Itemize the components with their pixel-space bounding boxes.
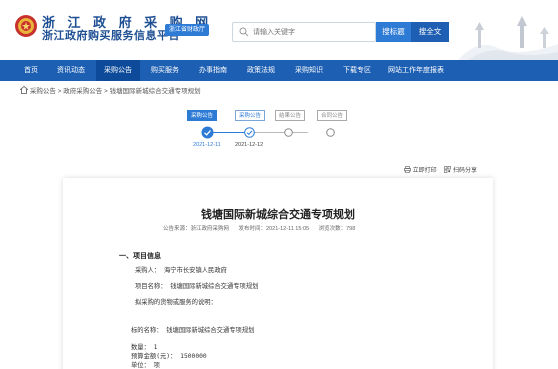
- project-name-line: 项目名称： 钱塘国际新城综合交通专项规划: [135, 283, 259, 290]
- article-source: 公告来源：浙江政府采购网: [163, 226, 230, 232]
- nav-item-knowledge[interactable]: 采购知识: [288, 60, 330, 81]
- step-pending-icon: [284, 128, 293, 137]
- search-input[interactable]: [253, 26, 371, 39]
- search-box: [232, 22, 376, 42]
- budget-line: 预算金额(元)： 1500000: [131, 353, 207, 360]
- nav-item-procurement-notices[interactable]: 采购公告: [96, 60, 140, 81]
- item-name-line: 标的名称： 钱塘国际新城综合交通专项规划: [131, 327, 255, 334]
- nav-item-home[interactable]: 首页: [16, 60, 46, 81]
- share-button[interactable]: 扫码分享: [444, 165, 477, 174]
- article-card: 钱塘国际新城综合交通专项规划 公告来源：浙江政府采购网 发布时间：2021-12…: [63, 178, 493, 369]
- breadcrumb-item-notices[interactable]: 采购公告: [30, 88, 56, 95]
- breadcrumb-separator: >: [57, 88, 62, 95]
- purchaser-line: 采购人： 海宁市长安镇人民政府: [135, 267, 227, 274]
- landmark-illustration-icon: [458, 16, 558, 60]
- breadcrumb-item-current: 钱塘国际新城综合交通专项规划: [109, 88, 201, 95]
- printer-icon: [404, 166, 411, 173]
- qr-code-icon: [444, 166, 452, 173]
- breadcrumb-separator: >: [104, 88, 108, 95]
- step-label-result-notice: 结果公告: [275, 110, 306, 121]
- nav-item-guide[interactable]: 办事指南: [192, 60, 234, 81]
- emblem-logo-icon: [15, 15, 37, 37]
- article-meta: 公告来源：浙江政府采购网 发布时间：2021-12-11 15:05 浏览次数：…: [163, 224, 363, 232]
- site-subtitle: 浙江政府购买服务信息平台: [42, 30, 180, 42]
- quantity-line: 数量： 1: [131, 344, 158, 351]
- nav-item-purchase-services[interactable]: 购买服务: [144, 60, 186, 81]
- nav-item-annual-report[interactable]: 网站工作年度报表: [384, 60, 448, 81]
- step-label-procurement-notice-2[interactable]: 采购公告: [235, 110, 266, 121]
- print-label: 立即打印: [412, 168, 437, 174]
- step-label-procurement-notice[interactable]: 采购公告: [187, 110, 218, 121]
- article-publish-time: 发布时间：2021-12-11 15:05: [238, 226, 310, 232]
- step-done-check-icon: [201, 126, 214, 139]
- article-tools: 立即打印 扫码分享: [404, 165, 483, 174]
- main-nav: 首页 资讯动态 采购公告 购买服务 办事指南 政策法规 采购知识 下载专区 网站…: [0, 60, 558, 81]
- step-date: 2021-12-11: [193, 142, 221, 148]
- article-title: 钱塘国际新城综合交通专项规划: [201, 209, 355, 221]
- region-badge[interactable]: 浙江省财政厅: [165, 24, 210, 36]
- search-title-button[interactable]: 搜标题: [376, 22, 411, 42]
- search-fulltext-button[interactable]: 搜全文: [411, 22, 449, 42]
- print-button[interactable]: 立即打印: [404, 165, 437, 174]
- step-date: 2021-12-12: [235, 142, 264, 148]
- unit-line: 单位： 项: [131, 362, 160, 369]
- nav-item-policies[interactable]: 政策法规: [240, 60, 282, 81]
- breadcrumb-item-gov-notices[interactable]: 政府采购公告: [63, 88, 102, 95]
- step-done-outline-check-icon: [244, 127, 255, 138]
- search-icon: [239, 27, 249, 37]
- step-label-contract-notice: 合同公告: [317, 110, 348, 121]
- site-header: 浙 江 政 府 采 购 网 浙江政府购买服务信息平台 浙江省财政厅 搜标题 搜全…: [0, 0, 558, 60]
- share-label: 扫码分享: [453, 168, 478, 174]
- goods-description-line: 拟采购的货物或服务的说明：: [135, 299, 217, 306]
- article-views: 浏览次数：798: [318, 226, 356, 232]
- nav-item-downloads[interactable]: 下载专区: [336, 60, 378, 81]
- step-pending-icon: [326, 128, 335, 137]
- nav-item-news[interactable]: 资讯动态: [50, 60, 92, 81]
- breadcrumb: 采购公告 > 政府采购公告 > 钱塘国际新城综合交通专项规划: [20, 86, 201, 96]
- home-icon: [20, 86, 28, 94]
- section-title: 一、项目信息: [119, 253, 161, 260]
- notice-progress: 采购公告 采购公告 结果公告 合同公告 2021-12-11 2021-12-1…: [185, 110, 365, 155]
